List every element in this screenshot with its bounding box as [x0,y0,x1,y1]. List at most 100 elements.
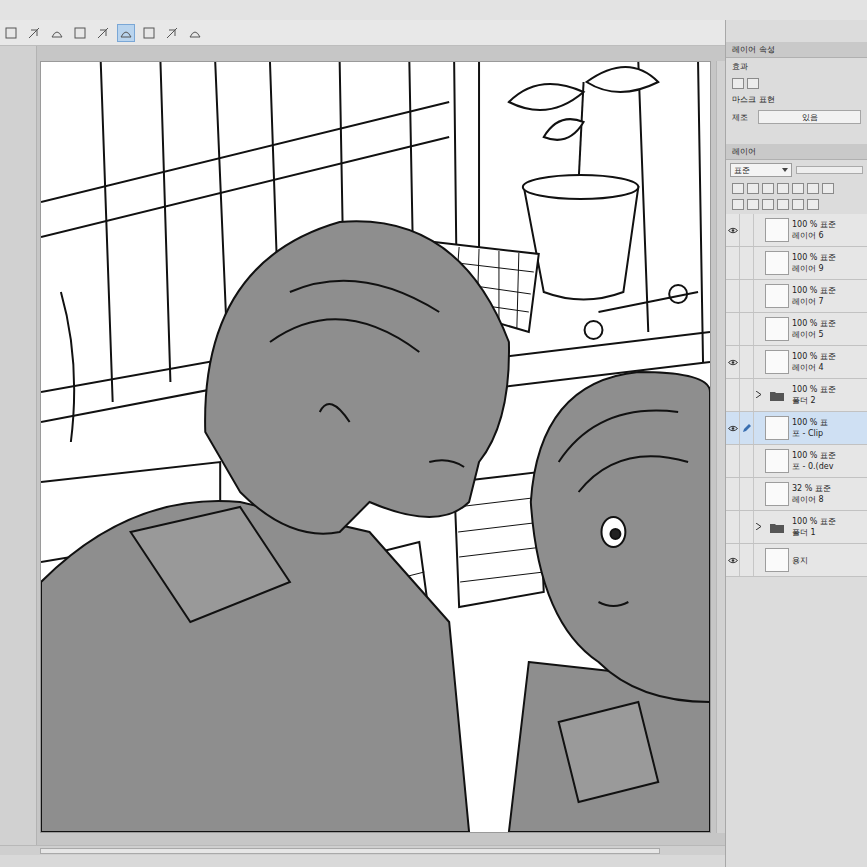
tool-icon [97,27,109,39]
tool-button[interactable] [186,24,204,42]
layer-tool-icon[interactable] [807,183,819,194]
edit-marker [740,247,754,279]
layer-row[interactable]: 100 % 표준폴더 1 [726,511,867,544]
layer-row[interactable]: 100 % 표준레이어 4 [726,346,867,379]
layer-action-icon[interactable] [747,199,759,210]
layer-row[interactable]: 100 % 표준레이어 5 [726,313,867,346]
layer-tool-icon[interactable] [777,183,789,194]
layer-name: 포 - Clip [792,428,828,439]
layer-tool-icon[interactable] [732,183,744,194]
tool-icon [189,27,201,39]
edit-marker [740,280,754,312]
tool-button[interactable] [48,24,66,42]
dropdown-arrow-icon [782,168,788,172]
chevron-icon [756,391,761,398]
layer-thumbnail [765,251,789,275]
work-column [0,20,725,867]
layer-action-icon[interactable] [762,199,774,210]
blend-mode-dropdown[interactable]: 표준 [730,163,792,177]
tool-button[interactable] [25,24,43,42]
edit-marker [740,478,754,510]
field-label: 제조 [732,112,748,123]
opacity-slider[interactable] [796,166,863,174]
layer-tool-icon[interactable] [747,183,759,194]
layer-action-icon[interactable] [732,199,744,210]
tool-icon [166,27,178,39]
vertical-scrollbar[interactable] [716,61,725,833]
layer-thumbnail [765,482,789,506]
tool-icon [120,27,132,39]
layer-info: 100 % 표준폴더 1 [792,516,836,538]
property-tab[interactable]: 레이어 속성 [726,42,867,58]
tool-button[interactable] [2,24,20,42]
field-value[interactable]: 있음 [758,110,861,124]
layer-name: 레이어 8 [792,494,831,505]
layer-row[interactable]: 100 % 표준레이어 7 [726,280,867,313]
artwork-illustration[interactable] [41,62,710,832]
edit-marker [740,445,754,477]
effect-tone-icon[interactable] [747,78,759,89]
scroll-thumb[interactable] [40,848,660,854]
left-dock [0,46,37,845]
layer-tab[interactable]: 레이어 [726,144,867,160]
layer-info: 100 % 표준레이어 6 [792,219,836,241]
effect-label: 효과 [726,58,867,75]
visibility-toggle[interactable] [726,379,740,411]
layer-list: 100 % 표준레이어 6100 % 표준레이어 9100 % 표준레이어 71… [726,214,867,577]
tool-button[interactable] [71,24,89,42]
layer-tool-icon[interactable] [762,183,774,194]
horizontal-scrollbar[interactable] [0,845,725,855]
edit-marker [740,412,754,444]
visibility-toggle[interactable] [726,247,740,279]
layer-name: 용지 [792,555,808,566]
visibility-toggle[interactable] [726,280,740,312]
canvas[interactable] [40,61,711,833]
layer-row[interactable]: 100 % 표준포 - 0.(dev [726,445,867,478]
visibility-toggle[interactable] [726,478,740,510]
layer-action-icon[interactable] [807,199,819,210]
layer-tool-icon[interactable] [792,183,804,194]
layer-mode: 100 % 표준 [792,516,836,527]
field-row: 제조 있음 [726,108,867,126]
layer-info: 100 % 표준레이어 5 [792,318,836,340]
left-figure [41,221,509,832]
layer-row[interactable]: 100 % 표준레이어 9 [726,247,867,280]
layer-name: 폴더 1 [792,527,836,538]
visibility-toggle[interactable] [726,412,740,444]
layer-action-icon[interactable] [792,199,804,210]
layer-mode: 100 % 표준 [792,285,836,296]
folder-chevron[interactable] [754,523,762,532]
layer-row[interactable]: 100 % 표포 - Clip [726,412,867,445]
tool-button[interactable] [94,24,112,42]
visibility-toggle[interactable] [726,445,740,477]
layer-row[interactable]: 100 % 표준폴더 2 [726,379,867,412]
layer-row[interactable]: 100 % 표준레이어 6 [726,214,867,247]
visibility-toggle[interactable] [726,313,740,345]
layer-actions-row [726,196,867,212]
visibility-toggle[interactable] [726,511,740,543]
layer-info: 100 % 표준레이어 7 [792,285,836,307]
effect-border-icon[interactable] [732,78,744,89]
layer-row[interactable]: 용지 [726,544,867,577]
visibility-toggle[interactable] [726,544,740,576]
tool-button[interactable] [140,24,158,42]
visibility-toggle[interactable] [726,214,740,246]
layer-thumbnail [765,284,789,308]
mask-label: 마스크 표현 [726,91,867,108]
layer-info: 100 % 표준레이어 4 [792,351,836,373]
tool-button[interactable] [117,24,135,42]
layer-row[interactable]: 32 % 표준레이어 8 [726,478,867,511]
folder-icon [770,390,784,401]
folder-chevron[interactable] [754,391,762,400]
visibility-toggle[interactable] [726,346,740,378]
layer-info: 100 % 표포 - Clip [792,417,828,439]
layer-thumbnail [765,548,789,572]
blend-row: 표준 [726,160,867,180]
layer-action-icon[interactable] [777,199,789,210]
main-area: 레이어 속성효과마스크 표현제조 있음레이어표준 100 % 표준레이어 6 100 … [0,20,867,867]
layer-name: 레이어 4 [792,362,836,373]
tool-button[interactable] [163,24,181,42]
layer-thumbnail [765,218,789,242]
workspace [0,46,725,845]
layer-tool-icon[interactable] [822,183,834,194]
